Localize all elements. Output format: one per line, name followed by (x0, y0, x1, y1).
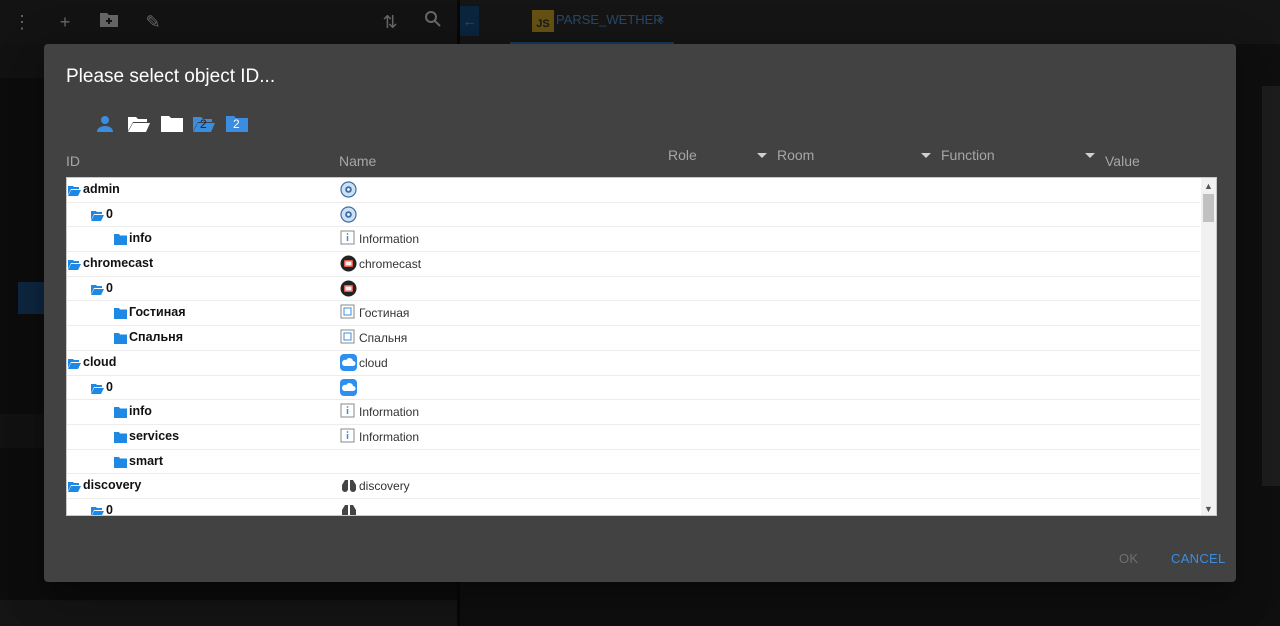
filter-badge-2: 2 (233, 117, 240, 131)
info-icon (340, 230, 357, 247)
row-id: Гостиная (129, 305, 186, 320)
row-id: chromecast (83, 256, 154, 271)
row-name: discovery (359, 479, 410, 494)
folder-icon[interactable] (114, 430, 127, 443)
column-room[interactable]: Room (777, 147, 814, 163)
function-dropdown-icon[interactable] (1085, 153, 1095, 158)
tree-row[interactable]: smart (67, 450, 1200, 475)
folder-open-icon[interactable] (68, 257, 81, 271)
row-id: services (129, 428, 180, 443)
folder-badge-icon[interactable]: 2 (225, 114, 249, 134)
ok-button[interactable]: OK (1119, 551, 1138, 566)
scroll-thumb[interactable] (1203, 194, 1214, 222)
row-name: chromecast (359, 257, 422, 272)
row-name: cloud (359, 355, 388, 370)
tree-row[interactable]: 0 (67, 203, 1200, 228)
cancel-button[interactable]: CANCEL (1171, 551, 1226, 566)
scroll-up-icon[interactable]: ▲ (1204, 181, 1213, 191)
tree-row[interactable]: discovery discovery (67, 474, 1200, 499)
folder-open-icon[interactable] (68, 356, 81, 369)
column-id[interactable]: ID (66, 153, 80, 169)
row-name: Гостиная (359, 306, 410, 321)
tree-list: admin 0 info Information chromecast chromecas… (67, 178, 1200, 516)
row-id: admin (83, 182, 120, 196)
row-name: Спальня (359, 331, 408, 346)
row-id: smart (129, 453, 164, 468)
tree-row[interactable]: Гостиная Гостиная (67, 301, 1200, 327)
folder-open-icon[interactable] (91, 381, 104, 394)
tree-scrollbar[interactable]: ▲ ▼ (1201, 178, 1216, 515)
folder-icon[interactable] (114, 405, 127, 419)
tree-row[interactable]: admin (67, 178, 1200, 203)
column-value[interactable]: Value (1105, 153, 1140, 169)
row-id: 0 (106, 280, 113, 295)
folder-open-icon[interactable] (91, 208, 104, 221)
tree-row[interactable]: 0 (67, 376, 1200, 401)
dialog-title: Please select object ID... (66, 66, 276, 87)
column-role[interactable]: Role (668, 147, 697, 163)
binoculars-icon (340, 477, 357, 494)
row-name: Information (359, 405, 420, 420)
row-id: info (129, 404, 152, 419)
tree-row[interactable]: chromecast chromecast (67, 252, 1200, 277)
gear-icon (340, 181, 357, 198)
filter-badge-1: 2 (200, 117, 207, 131)
row-id: 0 (106, 502, 113, 516)
folder-icon[interactable] (114, 331, 127, 345)
folder-open-icon[interactable] (91, 504, 104, 515)
folder-icon[interactable] (114, 306, 127, 320)
column-headers: ID Name Role Room Function Value (66, 144, 1216, 174)
scroll-down-icon[interactable]: ▼ (1204, 504, 1213, 514)
tree-row[interactable]: 0 (67, 277, 1200, 302)
folder-icon[interactable] (114, 232, 127, 246)
tree-row[interactable]: Спальня Спальня (67, 326, 1200, 351)
row-id: cloud (83, 354, 117, 369)
device-icon (340, 304, 357, 321)
folder-open-badge-icon[interactable]: 2 (192, 114, 216, 134)
info-icon (340, 428, 357, 445)
row-id: discovery (83, 478, 142, 493)
folder-open-icon[interactable] (127, 114, 151, 134)
binoculars-icon (340, 502, 357, 515)
folder-open-icon[interactable] (91, 282, 104, 295)
folder-open-icon[interactable] (68, 183, 81, 196)
chromecast-icon (340, 280, 357, 297)
folder-icon[interactable] (160, 114, 184, 134)
folder-icon[interactable] (114, 455, 127, 468)
device-icon (340, 329, 357, 346)
tree-row[interactable]: info Information (67, 227, 1200, 253)
column-name[interactable]: Name (339, 153, 376, 169)
info-icon (340, 403, 357, 420)
row-id: 0 (106, 206, 113, 221)
select-id-dialog: Please select object ID... 2 2 ID Name R… (44, 44, 1236, 582)
role-dropdown-icon[interactable] (757, 153, 767, 158)
row-id: info (129, 231, 152, 246)
row-name: Information (359, 232, 420, 247)
row-id: Спальня (129, 330, 183, 345)
row-name: Information (359, 429, 420, 444)
gear-icon (340, 206, 357, 223)
cloud-icon (340, 353, 357, 371)
tree-row[interactable]: cloud cloud (67, 351, 1200, 376)
cloud-icon (340, 378, 357, 396)
room-dropdown-icon[interactable] (921, 153, 931, 158)
chromecast-icon (340, 255, 357, 272)
folder-open-icon[interactable] (68, 479, 81, 493)
column-function[interactable]: Function (941, 147, 995, 163)
tree-row[interactable]: info Information (67, 400, 1200, 425)
tree-row[interactable]: 0 (67, 499, 1200, 516)
person-icon[interactable] (95, 114, 115, 134)
row-id: 0 (106, 379, 113, 394)
tree-row[interactable]: services Information (67, 425, 1200, 450)
object-tree: admin 0 info Information chromecast chromecas… (66, 177, 1217, 516)
